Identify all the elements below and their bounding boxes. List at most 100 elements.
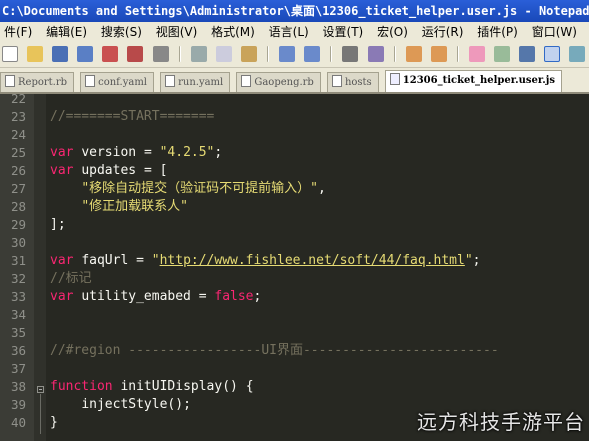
open-file-icon[interactable] [27,46,44,62]
menu-macro[interactable]: 宏(O) [373,22,414,42]
file-icon [331,75,342,87]
code-text: function initUIDisplay() { [50,379,254,394]
line-number: 24 [10,127,26,142]
menu-view[interactable]: 视图(V) [152,22,204,42]
code-text: var utility_emabed = false; [50,289,262,304]
code-line[interactable]: 24 [0,126,589,144]
code-line[interactable]: 34 [0,306,589,324]
save-all-icon[interactable] [77,46,94,62]
line-number: 31 [10,253,26,268]
menu-search[interactable]: 搜索(S) [97,22,148,42]
menu-bar: 件(F) 编辑(E) 搜索(S) 视图(V) 格式(M) 语言(L) 设置(T)… [0,22,589,42]
code-text: "移除自动提交（验证码不可提前输入）", [81,181,326,196]
toolbar-separator [178,46,181,62]
menu-settings[interactable]: 设置(T) [319,22,370,42]
code-line[interactable]: 37 [0,360,589,378]
line-number: 27 [10,181,26,196]
code-text: injectStyle(); [81,397,191,412]
tab-ticket-helper-js[interactable]: 12306_ticket_helper.user.js [384,70,562,92]
code-text: var version = "4.2.5"; [50,145,223,160]
line-number: 37 [10,361,26,376]
line-number: 40 [10,415,26,430]
code-text: var faqUrl = "http://www.fishlee.net/sof… [50,253,481,268]
tab-label: conf.yaml [98,77,148,88]
code-line[interactable]: 30 [0,234,589,252]
code-text: var updates = [ [50,163,168,178]
redo-icon[interactable] [304,46,321,62]
line-number: 23 [10,109,26,124]
code-editor[interactable]: 22 23 //=======START======= 24 25 var version… [0,94,589,441]
code-line[interactable]: 33 var utility_emabed = false; [0,288,589,306]
copy-icon[interactable] [215,46,232,62]
sync-scroll-icon[interactable] [468,46,485,62]
new-file-icon[interactable] [2,46,18,62]
menu-file[interactable]: 件(F) [0,22,38,42]
line-number: 36 [10,343,26,358]
code-line[interactable]: 28 "修正加载联系人" [0,198,589,216]
show-all-chars-icon[interactable] [519,46,536,62]
find-icon[interactable] [342,46,359,62]
menu-plugins[interactable]: 插件(P) [473,22,524,42]
tab-run-yaml[interactable]: run.yaml [160,72,231,92]
tab-conf-yaml[interactable]: conf.yaml [80,72,155,92]
menu-run[interactable]: 运行(R) [418,22,470,42]
file-icon [241,75,252,87]
word-wrap-icon[interactable] [494,46,511,62]
menu-format[interactable]: 格式(M) [207,22,261,42]
line-number: 35 [10,325,26,340]
tab-label: Report.rb [18,77,68,88]
close-icon[interactable] [102,46,119,62]
menu-language[interactable]: 语言(L) [265,22,315,42]
print-icon[interactable] [152,46,169,62]
toolbar-separator [456,46,459,62]
code-line[interactable]: 27 "移除自动提交（验证码不可提前输入）", [0,180,589,198]
line-number: 34 [10,307,26,322]
code-line[interactable]: 23 //=======START======= [0,108,589,126]
tab-label: Gaopeng.rb [254,77,314,88]
line-number: 32 [10,271,26,286]
menu-window[interactable]: 窗口(W) [528,22,583,42]
code-line[interactable]: 22 [0,94,589,108]
user-defined-lang-icon[interactable] [569,46,586,62]
code-text: } [50,415,58,430]
tab-hosts[interactable]: hosts [326,72,379,92]
fold-line [40,394,41,434]
undo-icon[interactable] [279,46,296,62]
code-line[interactable]: 32 //标记 [0,270,589,288]
menu-edit[interactable]: 编辑(E) [42,22,93,42]
paste-icon[interactable] [240,46,257,62]
line-number: 38 [10,379,26,394]
close-all-icon[interactable] [127,46,144,62]
code-line[interactable]: 31 var faqUrl = "http://www.fishlee.net/s… [0,252,589,270]
fold-toggle-icon[interactable] [37,386,44,393]
line-number: 39 [10,397,26,412]
code-text: //标记 [50,271,92,286]
tab-gaopeng-rb[interactable]: Gaopeng.rb [236,72,321,92]
line-number: 25 [10,145,26,160]
line-number: 26 [10,163,26,178]
code-text: //=======START======= [50,109,215,124]
file-icon [85,75,96,87]
toolbar-separator [267,46,270,62]
zoom-in-icon[interactable] [405,46,422,62]
file-icon [165,75,176,87]
tab-report-rb[interactable]: Report.rb [0,72,75,92]
code-line[interactable]: 25 var version = "4.2.5"; [0,144,589,162]
replace-icon[interactable] [367,46,384,62]
tab-label: 12306_ticket_helper.user.js [402,75,555,86]
code-text: ]; [50,217,66,232]
save-icon[interactable] [52,46,69,62]
line-number: 28 [10,199,26,214]
code-line[interactable]: 36 //#region -----------------UI界面-------… [0,342,589,360]
code-text: "修正加载联系人" [81,199,188,214]
code-line[interactable]: 29]; [0,216,589,234]
code-line[interactable]: 26 var updates = [ [0,162,589,180]
indent-guide-icon[interactable] [544,46,561,62]
cut-icon[interactable] [190,46,207,62]
zoom-out-icon[interactable] [430,46,447,62]
file-tab-bar: Report.rb conf.yaml run.yaml Gaopeng.rb … [0,68,589,94]
code-line[interactable]: 38 function initUIDisplay() { [0,378,589,396]
code-line[interactable]: 35 [0,324,589,342]
line-number: 22 [10,94,26,106]
line-number: 33 [10,289,26,304]
